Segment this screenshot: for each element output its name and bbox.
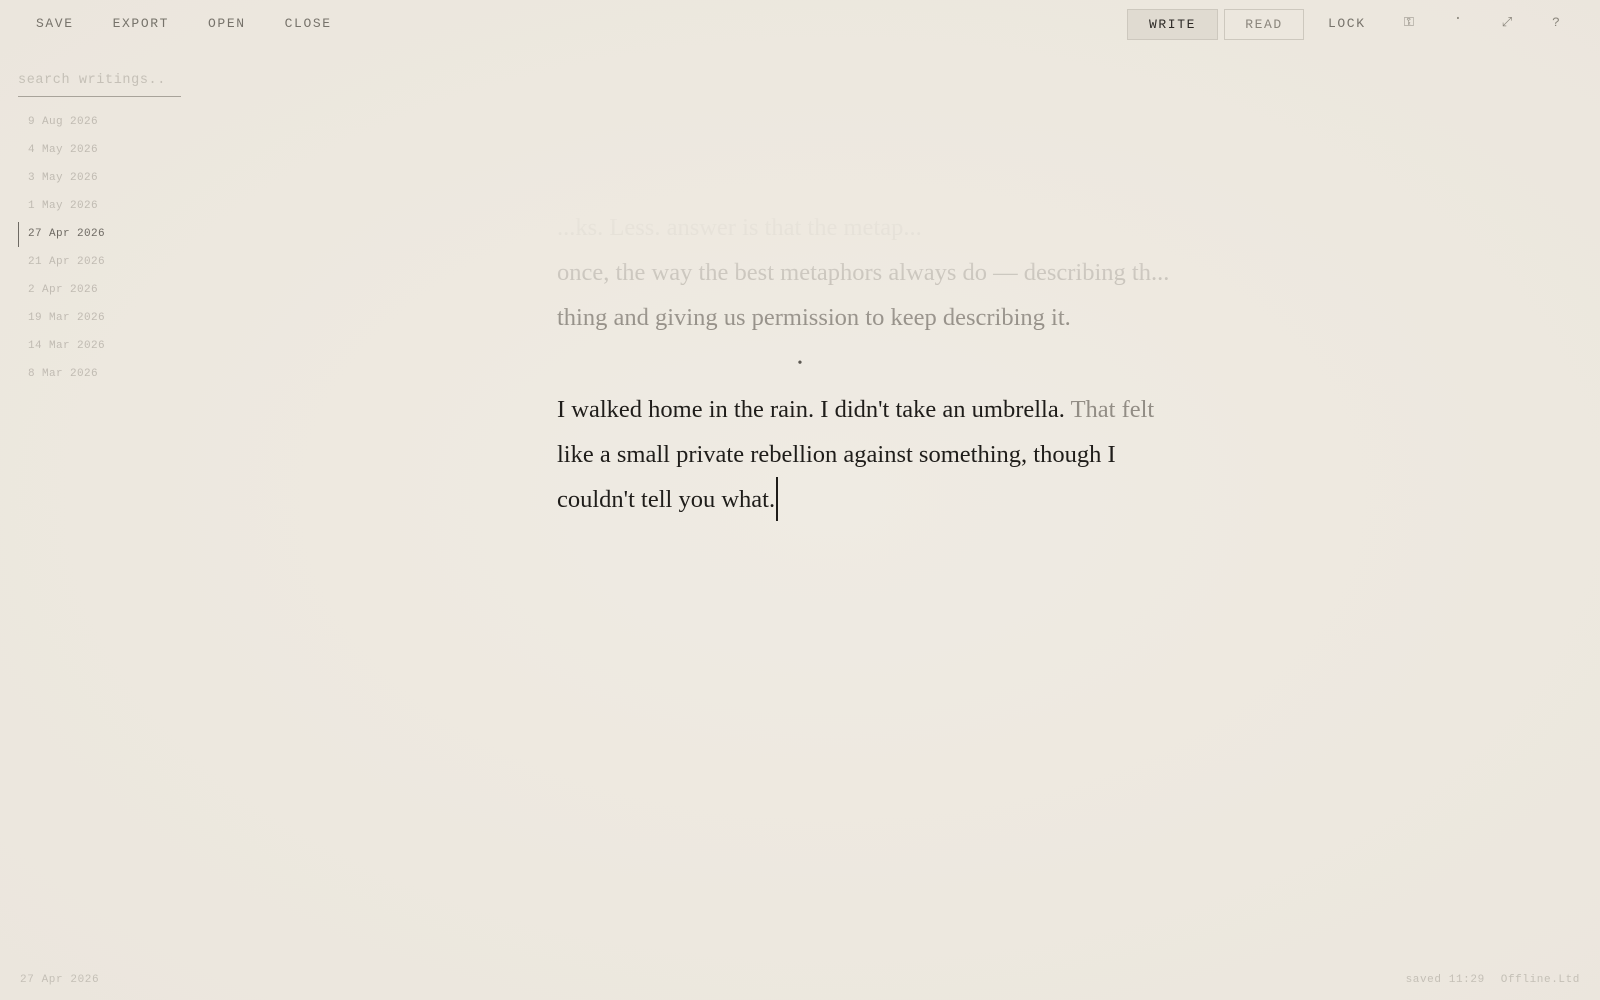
write-mode-button[interactable]: WRITE [1127,9,1218,40]
current-line: couldn't tell you what. [557,477,1257,522]
saved-status: saved 11:29 [1405,974,1485,986]
key-icon[interactable]: ⚿ [1400,15,1418,30]
help-icon[interactable]: ? [1547,15,1565,30]
footer-status: saved 11:29 Offline.Ltd [1406,974,1580,986]
writing-editor[interactable]: ...ks. Less. answer is that the metap...… [557,205,1257,522]
writing-date-item[interactable]: 1 May 2026 [18,197,105,225]
writing-date-item[interactable]: 21 Apr 2026 [18,253,105,281]
current-line: like a small private rebellion against s… [557,441,1116,468]
writing-date-item[interactable]: 2 Apr 2026 [18,281,105,309]
brand-label: Offline.Ltd [1500,974,1580,986]
close-button[interactable]: CLOSE [285,16,332,31]
file-menu: SAVE EXPORT OPEN CLOSE [36,16,371,31]
previous-line: ...ks. Less. answer is that the metap... [557,214,922,241]
search-box [18,70,181,97]
writing-date-item[interactable]: 14 Mar 2026 [18,337,105,365]
open-button[interactable]: OPEN [208,16,246,31]
writing-date-item[interactable]: 19 Mar 2026 [18,309,105,337]
current-line-text: I walked home in the rain. I didn't take… [557,396,1065,423]
current-line-dim-text: That felt [1070,396,1155,423]
writing-date-item[interactable]: 4 May 2026 [18,141,105,169]
current-paragraph[interactable]: I walked home in the rain. I didn't take… [557,387,1257,522]
writing-date-item[interactable]: 8 Mar 2026 [18,365,105,393]
writings-list: 9 Aug 2026 4 May 2026 3 May 2026 1 May 2… [18,113,105,393]
previous-line: thing and giving us permission to keep d… [557,304,1071,331]
read-mode-button[interactable]: READ [1224,9,1304,40]
footer-date: 27 Apr 2026 [20,974,100,986]
search-input[interactable] [18,73,178,88]
current-line: I walked home in the rain. I didn't take… [557,387,1257,432]
text-cursor [776,477,779,522]
paragraph-separator: • [797,356,803,371]
save-button[interactable]: SAVE [36,16,74,31]
previous-paragraph: ...ks. Less. answer is that the metap...… [557,205,1257,340]
previous-line: once, the way the best metaphors always … [557,259,1170,286]
top-toolbar: SAVE EXPORT OPEN CLOSE WRITE READ LOCK ⚿… [0,0,1600,48]
writing-date-item[interactable]: 9 Aug 2026 [18,113,105,141]
writing-date-item[interactable]: 3 May 2026 [18,169,105,197]
current-line-text: couldn't tell you what. [557,486,776,513]
lock-button[interactable]: LOCK [1328,16,1366,31]
writing-date-item-active[interactable]: 27 Apr 2026 [18,222,105,253]
dot-icon[interactable]: · [1449,11,1467,27]
expand-icon[interactable]: ⤢ [1498,15,1516,30]
export-button[interactable]: EXPORT [113,16,169,31]
